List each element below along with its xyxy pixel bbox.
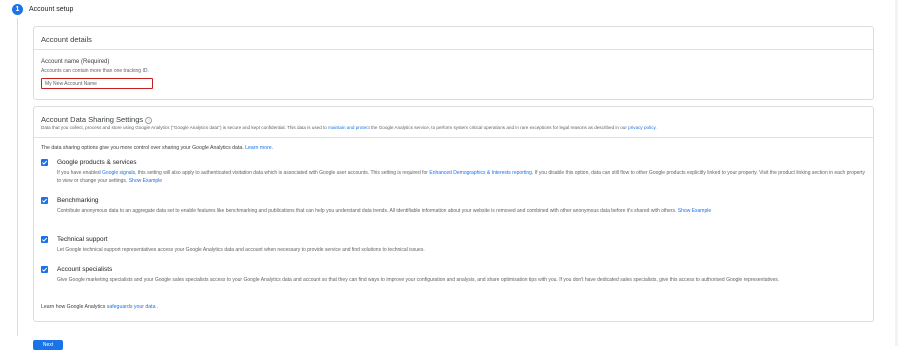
intro-text: the Google Analytics service, to perform…: [369, 125, 629, 130]
option-title: Google products & services: [57, 159, 137, 166]
enhanced-demographics-link[interactable]: Enhanced Demographics & Interests report…: [429, 170, 532, 176]
maintain-protect-link[interactable]: maintain and protect: [328, 125, 370, 130]
intro-text: .: [655, 125, 657, 130]
option-title: Technical support: [57, 236, 108, 243]
option-description: Give Google marketing specialists and yo…: [57, 277, 780, 283]
option-description: Let Google technical support representat…: [57, 247, 425, 253]
step-title: Account setup: [29, 6, 74, 13]
google-products-checkbox[interactable]: [41, 159, 48, 166]
technical-support-checkbox[interactable]: [41, 236, 48, 243]
intro-text: Data that you collect, process and store…: [41, 125, 329, 130]
account-details-card: Account details Account name (Required) …: [33, 26, 874, 100]
safeguards-footer: Learn how Google Analytics safeguards yo…: [41, 304, 158, 310]
option-description: If you have enabled Google signals, this…: [57, 169, 865, 185]
option-title: Account specialists: [57, 266, 113, 273]
option-description: Contribute anonymous data to an aggregat…: [57, 207, 865, 215]
footer-text: .: [155, 304, 159, 310]
options-intro: The data sharing options give you more c…: [41, 145, 273, 151]
account-name-input[interactable]: [41, 78, 153, 89]
account-name-label: Account name (Required): [41, 59, 110, 65]
data-sharing-card: Account Data Sharing Settings? Data that…: [33, 106, 874, 322]
safeguards-link[interactable]: safeguards your data: [107, 304, 156, 310]
divider: [34, 49, 873, 50]
next-button[interactable]: Next: [33, 340, 63, 350]
footer-text: Learn how Google Analytics: [41, 304, 107, 310]
learn-more-link[interactable]: Learn more.: [245, 145, 273, 151]
desc-text: , this setting will also apply to authen…: [135, 170, 430, 176]
divider: [34, 137, 873, 138]
desc-text: If you have enabled: [57, 170, 103, 176]
privacy-policy-link[interactable]: privacy policy: [628, 125, 655, 130]
benchmarking-checkbox[interactable]: [41, 197, 48, 204]
show-example-link[interactable]: Show Example: [129, 178, 162, 184]
option-title: Benchmarking: [57, 197, 99, 204]
checkmark-icon: [42, 237, 48, 242]
account-name-hint: Accounts can contain more than one track…: [41, 68, 149, 74]
show-example-link[interactable]: Show Example: [678, 208, 711, 214]
options-intro-text: The data sharing options give you more c…: [41, 145, 246, 151]
data-sharing-title-text: Account Data Sharing Settings: [41, 115, 144, 124]
account-details-title: Account details: [41, 35, 92, 44]
account-specialists-checkbox[interactable]: [41, 266, 48, 273]
help-icon[interactable]: ?: [145, 116, 153, 124]
step-rail: [17, 18, 18, 336]
desc-text: Contribute anonymous data to an aggregat…: [57, 208, 678, 214]
checkmark-icon: [42, 160, 48, 165]
checkmark-icon: [42, 198, 48, 203]
google-signals-link[interactable]: Google signals: [102, 170, 135, 176]
step-number-badge: 1: [12, 4, 23, 15]
checkmark-icon: [42, 267, 48, 272]
step-header: 1 Account setup: [12, 4, 73, 15]
data-sharing-title: Account Data Sharing Settings?: [41, 115, 153, 124]
data-sharing-intro: Data that you collect, process and store…: [41, 125, 657, 130]
